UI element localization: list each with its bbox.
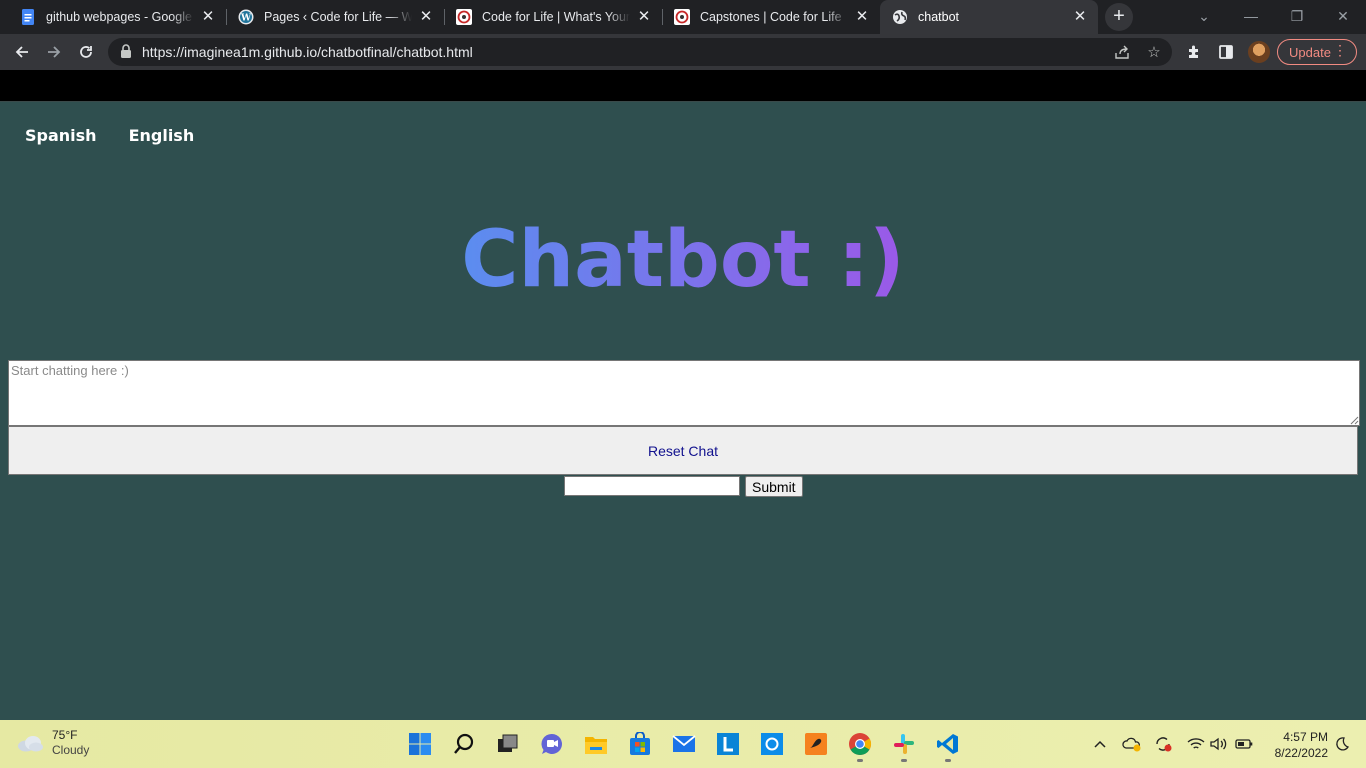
- tab-title: Capstones | Code for Life: [700, 10, 842, 24]
- code-for-life-icon: [456, 9, 472, 25]
- wordpress-icon: W: [238, 9, 254, 25]
- minimize-icon[interactable]: —: [1228, 0, 1274, 34]
- forward-icon[interactable]: [40, 38, 68, 66]
- url-text[interactable]: https://imaginea1m.github.io/chatbotfina…: [142, 44, 473, 60]
- show-hidden-icons-icon[interactable]: [1090, 734, 1110, 754]
- start-icon[interactable]: [407, 731, 433, 757]
- running-indicator: [901, 759, 907, 762]
- profile-avatar[interactable]: [1248, 41, 1270, 63]
- search-icon[interactable]: [451, 731, 477, 757]
- address-bar[interactable]: https://imaginea1m.github.io/chatbotfina…: [108, 38, 1172, 66]
- battery-icon[interactable]: [1234, 734, 1254, 754]
- l-app-icon[interactable]: [715, 731, 741, 757]
- tab-title: Code for Life | What's Your Co: [482, 10, 630, 24]
- page-title-text: Chatbot :): [461, 215, 905, 305]
- new-tab-button[interactable]: +: [1105, 3, 1133, 31]
- nav-link-english[interactable]: English: [129, 126, 195, 145]
- tab-strip: github webpages - Google D ✕ W Pages ‹ C…: [0, 0, 1366, 34]
- share-icon[interactable]: [1112, 42, 1132, 62]
- submit-button[interactable]: Submit: [745, 476, 803, 497]
- cortana-icon[interactable]: [759, 731, 785, 757]
- windows-taskbar: 75°F Cloudy 4:57 PM 8/22/2022: [0, 720, 1366, 768]
- paint-app-icon[interactable]: [803, 731, 829, 757]
- tab-title: github webpages - Google D: [46, 10, 194, 24]
- clock-time: 4:57 PM: [1283, 730, 1328, 744]
- message-form: Submit: [564, 476, 803, 497]
- mail-icon[interactable]: [671, 731, 697, 757]
- tab-google-docs[interactable]: github webpages - Google D ✕: [8, 0, 226, 34]
- restore-icon[interactable]: ❐: [1274, 0, 1320, 34]
- tab-capstones[interactable]: Capstones | Code for Life ✕: [662, 0, 880, 34]
- system-clock[interactable]: 4:57 PM 8/22/2022: [1262, 729, 1328, 761]
- page-top-bar: [0, 70, 1366, 102]
- tab-title: chatbot: [918, 10, 960, 24]
- browser-toolbar: https://imaginea1m.github.io/chatbotfina…: [0, 34, 1366, 70]
- close-icon[interactable]: ✕: [636, 9, 652, 25]
- slack-icon[interactable]: [891, 731, 917, 762]
- do-not-disturb-icon[interactable]: [1332, 734, 1352, 754]
- message-input[interactable]: [564, 476, 740, 496]
- weather-temp: 75°F: [52, 728, 78, 742]
- code-for-life-icon: [674, 9, 690, 25]
- google-docs-icon: [20, 9, 36, 25]
- running-indicator: [857, 759, 863, 762]
- weather-widget[interactable]: 75°F Cloudy: [16, 728, 89, 758]
- nav-link-spanish[interactable]: Spanish: [25, 126, 97, 145]
- wifi-icon[interactable]: [1186, 734, 1206, 754]
- svg-text:W: W: [240, 14, 252, 24]
- chrome-icon[interactable]: [847, 731, 873, 762]
- extensions-icon[interactable]: [1180, 38, 1208, 66]
- cloud-icon: [16, 734, 44, 752]
- store-icon[interactable]: [627, 731, 653, 757]
- close-icon[interactable]: ✕: [200, 9, 216, 25]
- bookmark-star-icon[interactable]: ☆: [1144, 42, 1164, 62]
- tab-search-icon[interactable]: ⌄: [1181, 0, 1227, 34]
- task-view-icon[interactable]: [495, 731, 521, 757]
- close-window-icon[interactable]: ✕: [1320, 0, 1366, 34]
- page-title: Chatbot :): [0, 210, 1366, 310]
- language-nav: Spanish English: [25, 126, 194, 145]
- close-icon[interactable]: ✕: [418, 9, 434, 25]
- resize-grip-icon[interactable]: [1349, 415, 1359, 425]
- reset-chat-button[interactable]: Reset Chat: [8, 426, 1358, 475]
- teams-chat-icon[interactable]: [539, 731, 565, 757]
- tab-code-for-life[interactable]: Code for Life | What's Your Co ✕: [444, 0, 662, 34]
- lock-icon[interactable]: [120, 44, 132, 60]
- globe-icon: [892, 9, 908, 25]
- tab-wordpress[interactable]: W Pages ‹ Code for Life — Word ✕: [226, 0, 444, 34]
- file-explorer-icon[interactable]: [583, 731, 609, 757]
- update-label: Update: [1289, 44, 1331, 60]
- page-viewport: Spanish English Chatbot :) Reset Chat Su…: [0, 70, 1366, 720]
- vscode-icon[interactable]: [935, 731, 961, 762]
- onedrive-icon[interactable]: [1122, 734, 1142, 754]
- weather-condition: Cloudy: [52, 743, 90, 757]
- update-button[interactable]: Update ⋮: [1277, 39, 1357, 65]
- back-icon[interactable]: [8, 38, 36, 66]
- side-panel-icon[interactable]: [1212, 38, 1240, 66]
- close-icon[interactable]: ✕: [1072, 9, 1088, 25]
- tab-title: Pages ‹ Code for Life — Word: [264, 10, 412, 24]
- clock-date: 8/22/2022: [1274, 746, 1328, 760]
- reload-icon[interactable]: [72, 38, 100, 66]
- volume-icon[interactable]: [1209, 734, 1229, 754]
- tab-chatbot[interactable]: chatbot ✕: [880, 0, 1098, 34]
- more-menu-icon[interactable]: ⋮: [1333, 42, 1347, 59]
- sync-icon[interactable]: [1154, 734, 1174, 754]
- chat-textarea[interactable]: [8, 360, 1360, 426]
- running-indicator: [945, 759, 951, 762]
- close-icon[interactable]: ✕: [854, 9, 870, 25]
